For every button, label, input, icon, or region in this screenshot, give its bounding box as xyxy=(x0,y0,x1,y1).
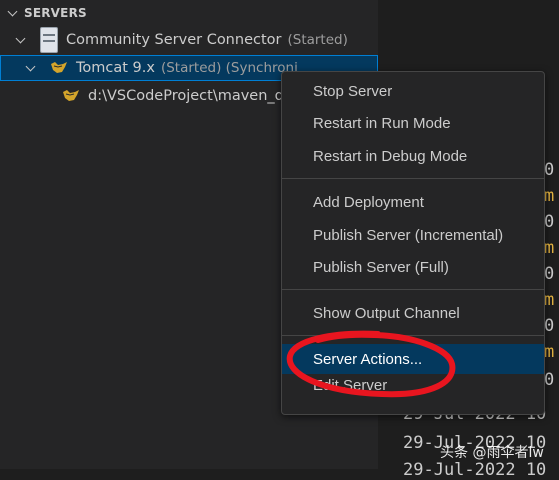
terminal-line: 29-Jul-2022 10 xyxy=(403,460,547,480)
menu-item-publish-full[interactable]: Publish Server (Full) xyxy=(282,252,544,282)
chevron-down-icon xyxy=(16,35,26,45)
terminal-fragment: m xyxy=(544,290,555,310)
tomcat-icon xyxy=(51,62,67,73)
terminal-fragment: m xyxy=(544,186,555,206)
menu-separator xyxy=(282,178,544,179)
tomcat-status: (Started) (Synchroni xyxy=(160,60,298,76)
chevron-down-icon xyxy=(26,63,36,73)
watermark-text: 头条 @雨伞者lw xyxy=(440,445,544,461)
terminal-fragment: 0 xyxy=(544,160,555,180)
menu-item-server-actions[interactable]: Server Actions... xyxy=(282,344,544,374)
menu-item-show-output[interactable]: Show Output Channel xyxy=(282,298,544,328)
connector-status: (Started) xyxy=(287,32,348,48)
tree-item-connector[interactable]: Community Server Connector (Started) xyxy=(0,27,348,53)
deployment-label: d:\VSCodeProject\maven_d xyxy=(88,88,284,104)
menu-item-publish-incremental[interactable]: Publish Server (Incremental) xyxy=(282,220,544,250)
menu-separator xyxy=(282,289,544,290)
terminal-fragment: 0 xyxy=(544,212,555,232)
menu-item-stop-server[interactable]: Stop Server xyxy=(282,76,544,106)
menu-item-add-deployment[interactable]: Add Deployment xyxy=(282,187,544,217)
tree-item-deployment[interactable]: d:\VSCodeProject\maven_d xyxy=(0,83,284,109)
context-menu: Stop Server Restart in Run Mode Restart … xyxy=(281,71,545,415)
menu-item-restart-debug[interactable]: Restart in Debug Mode xyxy=(282,141,544,171)
terminal-fragment: 0 xyxy=(544,316,555,336)
menu-separator xyxy=(282,335,544,336)
tomcat-label: Tomcat 9.x xyxy=(76,60,155,76)
servers-section-header[interactable]: SERVERS xyxy=(8,4,87,22)
server-icon xyxy=(40,27,58,53)
terminal-fragment: m xyxy=(544,238,555,258)
chevron-down-icon xyxy=(8,8,18,18)
connector-label: Community Server Connector xyxy=(66,32,282,48)
section-title: SERVERS xyxy=(24,6,87,20)
tomcat-icon xyxy=(63,90,79,101)
terminal-fragment: 0 xyxy=(544,370,555,390)
menu-item-edit-server[interactable]: Edit Server xyxy=(282,377,544,401)
menu-item-restart-run[interactable]: Restart in Run Mode xyxy=(282,108,544,138)
terminal-fragment: 0 xyxy=(544,264,555,284)
terminal-fragment: m xyxy=(544,342,555,362)
